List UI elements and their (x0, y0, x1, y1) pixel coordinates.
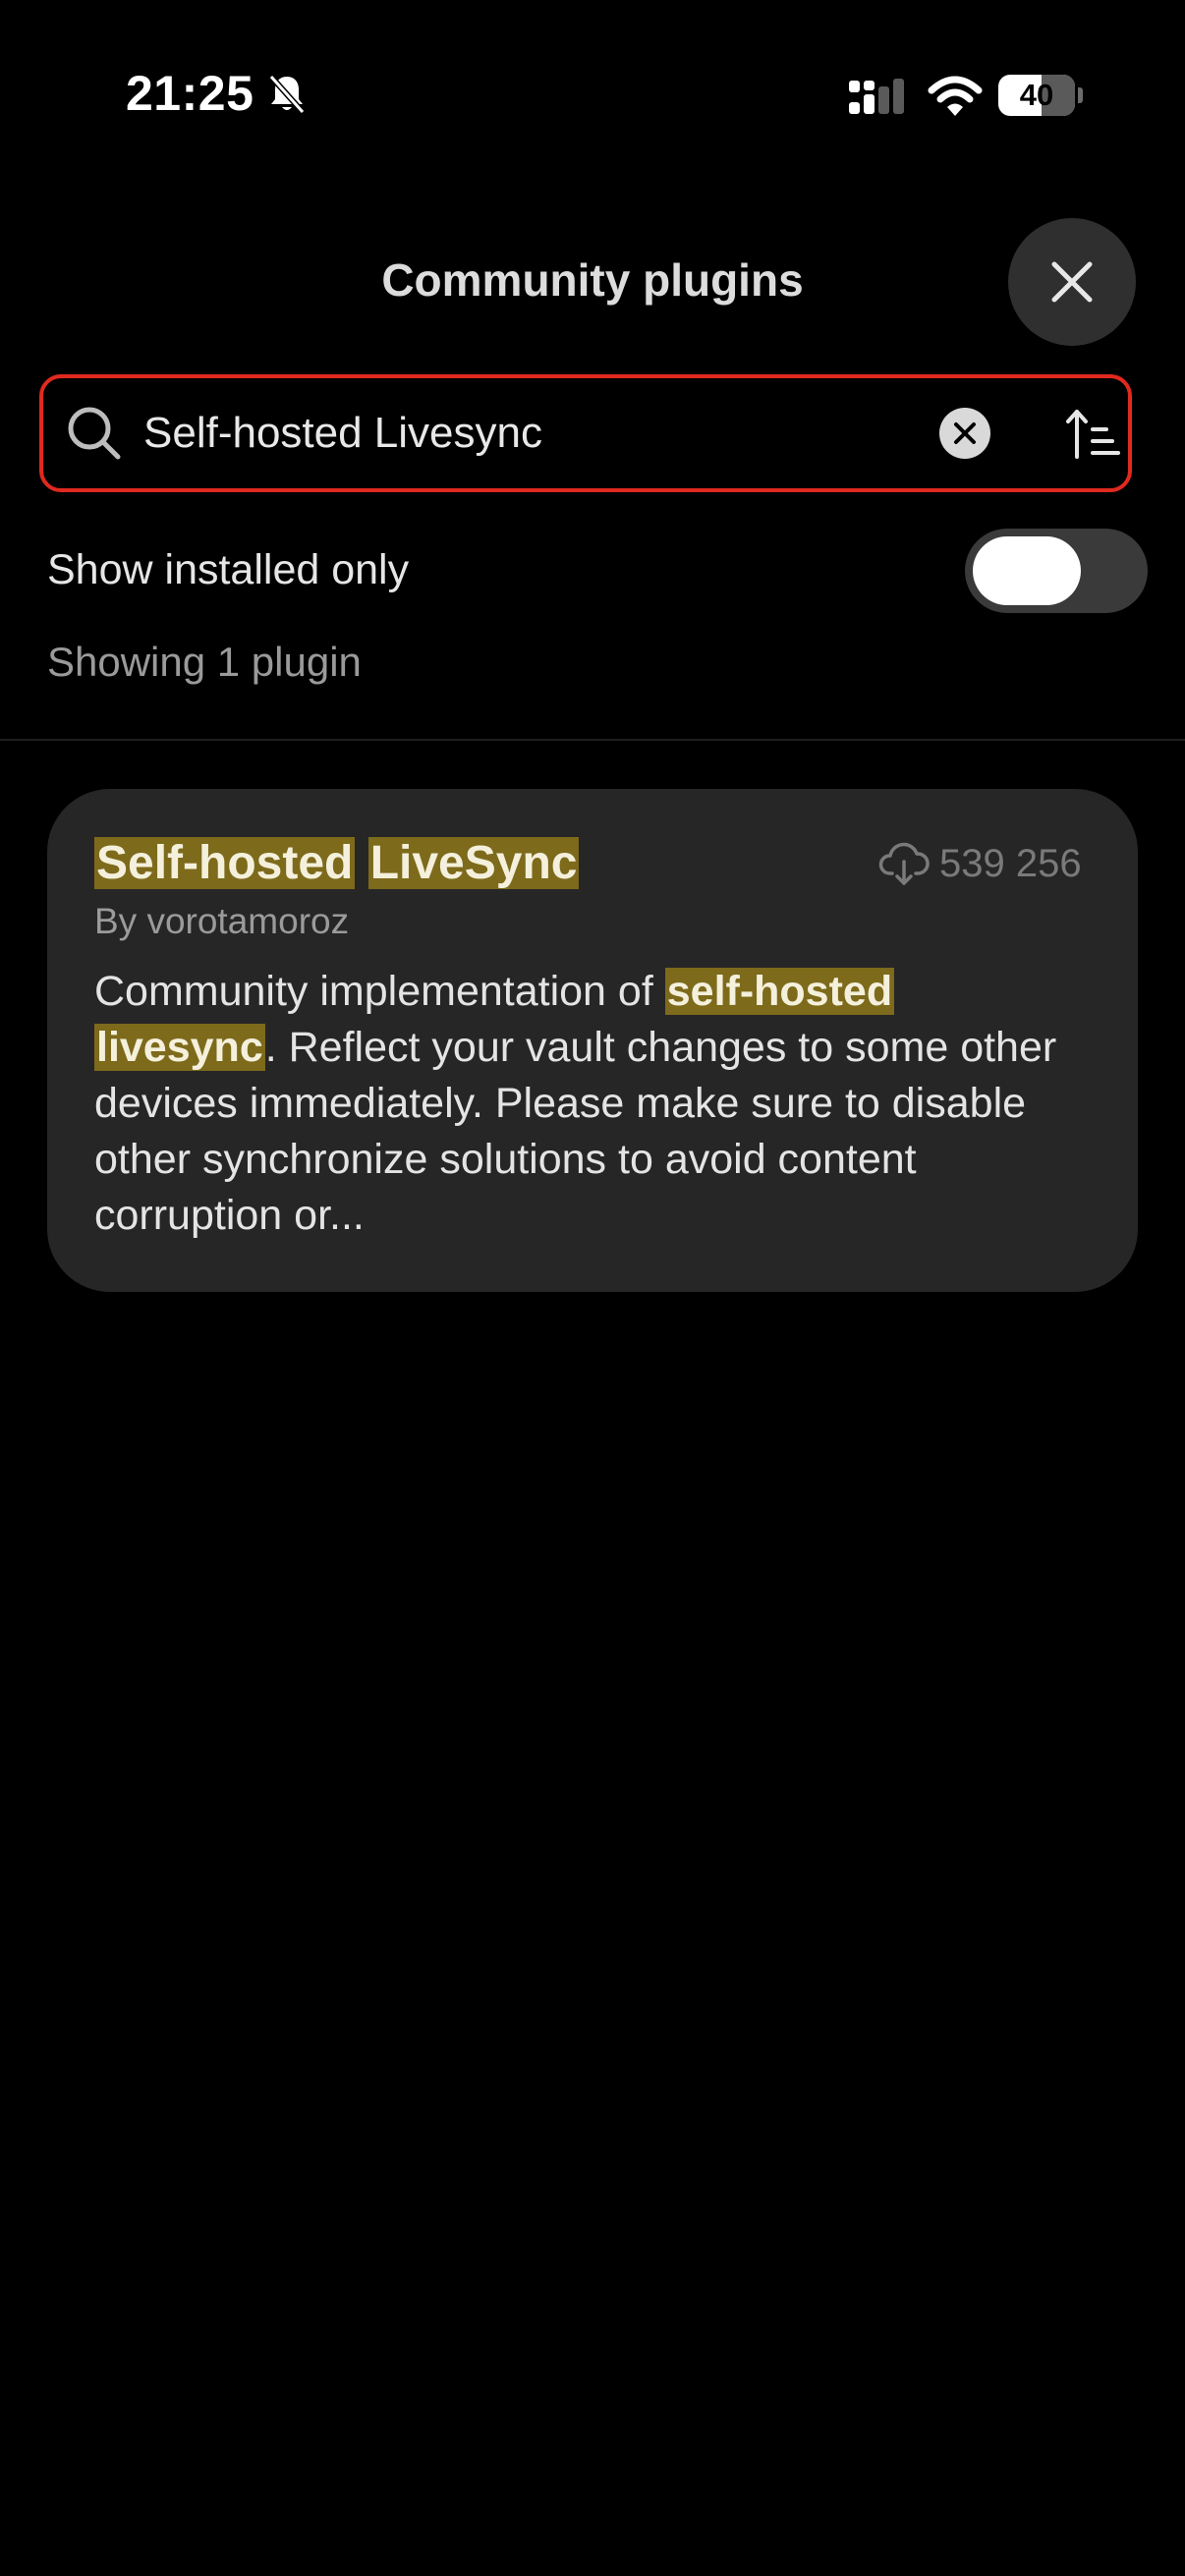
search-input[interactable] (143, 398, 949, 469)
results-count: Showing 1 plugin (47, 639, 362, 685)
description-text: Community implementation of (94, 968, 665, 1015)
search-icon (68, 407, 121, 460)
description-highlight: livesync (94, 1024, 265, 1071)
wifi-icon (928, 76, 983, 116)
status-time: 21:25 (126, 66, 254, 121)
bell-slash-icon (268, 75, 306, 114)
download-count-value: 539 256 (939, 842, 1082, 885)
clear-icon (954, 422, 976, 444)
plugin-card[interactable]: Self-hosted LiveSync 539 256 By vorotamo… (47, 789, 1138, 1292)
title-highlight: LiveSync (367, 837, 580, 889)
close-icon (1051, 261, 1093, 303)
status-bar: 21:25 40 (0, 0, 1185, 196)
sort-icon[interactable] (1065, 406, 1122, 463)
plugin-title: Self-hosted LiveSync (94, 836, 580, 890)
clear-search-button[interactable] (939, 408, 990, 459)
close-button[interactable] (1008, 218, 1136, 346)
cellular-signal-icon (849, 79, 904, 114)
toggle-knob (973, 536, 1081, 605)
plugin-description: Community implementation of self-hosted l… (94, 964, 1097, 1244)
search-bar[interactable] (39, 374, 1132, 492)
show-installed-label: Show installed only (47, 546, 410, 593)
divider (0, 739, 1185, 741)
title-highlight: Self-hosted (94, 837, 356, 889)
community-plugins-screen: 21:25 40 Community plugins Self-hosted L… (0, 0, 1185, 2576)
description-highlight: self-hosted (664, 968, 895, 1015)
plugin-author: By vorotamoroz (94, 901, 350, 941)
battery-icon: 40 (998, 75, 1083, 116)
show-installed-toggle[interactable] (965, 529, 1148, 613)
cloud-download-icon (878, 842, 930, 885)
battery-level: 40 (1019, 78, 1054, 112)
